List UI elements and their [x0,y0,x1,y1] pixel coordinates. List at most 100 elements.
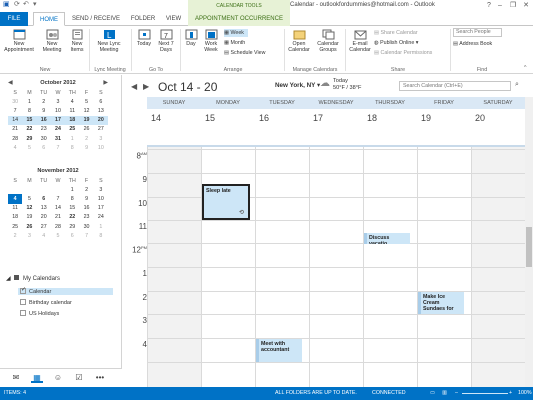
mini-calendar-day[interactable]: 9 [37,106,51,115]
mini-calendar-day[interactable]: 16 [36,115,51,125]
appointment-accountant[interactable]: Meet with accountant [256,339,302,362]
mini-calendar-day[interactable]: 12 [22,204,36,213]
mini-calendar-day[interactable]: 24 [94,213,108,222]
tab-folder[interactable]: FOLDER [128,12,158,26]
next-week-icon[interactable]: ▶ [143,82,149,91]
mini-calendar-day[interactable]: 2 [8,231,22,240]
mini-calendar-day[interactable]: 2 [79,134,93,143]
calendar-permissions-button[interactable]: ▤ Calendar Permissions [374,49,432,57]
scrollbar-thumb[interactable] [526,227,532,267]
mini-calendar-day[interactable]: 7 [51,143,65,152]
mini-calendar-day[interactable]: 14 [8,115,23,125]
mini-calendar-day[interactable]: 7 [51,194,65,203]
mini-calendar-day[interactable]: 30 [8,97,22,106]
email-calendar-button[interactable]: E-mail Calendar [348,29,372,53]
mini-calendar-day[interactable]: 8 [65,143,79,152]
mini-calendar-day[interactable]: 29 [65,222,79,231]
more-icon[interactable]: ••• [94,373,106,383]
undo-icon[interactable]: ↶ [23,1,31,9]
share-calendar-button[interactable]: ▤ Share Calendar [374,29,418,37]
mini-calendar-day[interactable]: 30 [37,134,51,143]
mini-calendar-day[interactable]: 3 [94,134,108,143]
quick-access-dropdown-icon[interactable]: ▾ [33,1,41,9]
mini-calendar-day[interactable]: 12 [79,106,93,115]
work-week-view-button[interactable]: Work Week [201,29,221,53]
minimize-icon[interactable]: – [494,0,506,11]
mini-calendar-day[interactable]: 8 [65,194,79,203]
mini-calendar-day[interactable]: 25 [65,125,79,134]
mini-calendar-day[interactable]: 6 [94,97,108,106]
schedule-view-button[interactable]: ▤ Schedule View [224,49,265,57]
checkbox[interactable] [20,299,26,305]
people-icon[interactable]: ☺ [52,373,64,383]
mini-calendar-day[interactable]: 8 [94,231,108,240]
mini-calendar-day[interactable]: 1 [94,222,108,231]
zoom-level[interactable]: 100% [518,387,532,400]
mini-calendar-day[interactable] [22,185,36,194]
reading-view-icon[interactable]: ▥ [442,387,447,400]
mini-calendar-day[interactable]: 1 [22,97,36,106]
mini-calendar-day[interactable]: 21 [8,125,22,134]
calendar-item-calendar[interactable]: Calendar [18,286,113,295]
calendar-item-us-holidays[interactable]: US Holidays [20,310,59,317]
mini-calendar-day[interactable]: 29 [22,134,36,143]
search-icon[interactable]: ⌕ [515,81,519,89]
mini-calendar-day[interactable]: 4 [8,194,23,204]
mini-calendar-day[interactable]: 10 [94,194,108,203]
mini-calendar-day[interactable]: 20 [93,115,108,125]
mini-calendar-day[interactable]: 1 [65,134,79,143]
mail-icon[interactable]: ✉ [10,373,22,383]
mini-calendar-day[interactable]: 28 [51,222,65,231]
address-book-button[interactable]: ▤ Address Book [453,40,492,48]
mini-calendar-day[interactable]: 23 [79,213,93,222]
mini-calendar-day[interactable]: 10 [51,106,65,115]
mini-calendar-day[interactable]: 24 [51,125,65,134]
collapse-ribbon-icon[interactable]: ^ [524,64,527,72]
mini-calendar-day[interactable]: 6 [65,231,79,240]
mini-calendar-day[interactable]: 9 [79,143,93,152]
calendars-group-checkbox[interactable] [14,275,20,280]
mini-calendar-day[interactable]: 27 [94,125,108,134]
mini-calendar-day[interactable]: 3 [22,231,36,240]
mini-calendar-day[interactable]: 31 [51,134,65,143]
zoom-out-icon[interactable]: – [455,387,458,400]
send-receive-icon[interactable]: ⟳ [14,1,22,9]
mini-calendar-day[interactable]: 5 [22,194,36,203]
mini-calendar-day[interactable]: 23 [37,125,51,134]
mini-calendar-day[interactable]: 4 [8,143,22,152]
mini-calendar-day[interactable]: 8 [22,106,36,115]
mini-calendar-day[interactable]: 7 [79,231,93,240]
mini-calendar-day[interactable]: 13 [94,106,108,115]
mini-calendar-day[interactable]: 4 [65,97,79,106]
mini-calendar-day[interactable]: 15 [65,204,79,213]
calendar-groups-button[interactable]: Calendar Groups [313,29,343,53]
mini-calendar-day[interactable]: 5 [51,231,65,240]
mini-calendar-day[interactable]: 28 [8,134,22,143]
mini-calendar-day[interactable]: 14 [51,204,65,213]
mini-calendar-day[interactable]: 30 [79,222,93,231]
mini-calendar-day[interactable]: 2 [79,185,93,194]
mini-calendar-day[interactable]: 4 [37,231,51,240]
mini-calendar-day[interactable]: 21 [51,213,65,222]
mini-calendar-day[interactable]: 11 [8,204,22,213]
next-7-days-button[interactable]: 7 Next 7 Days [156,29,176,53]
mini-calendar-day[interactable]: 16 [79,204,93,213]
appointment-sleep-late[interactable]: Sleep late ⟲ [202,184,250,220]
mini-calendar-day[interactable] [37,185,51,194]
new-meeting-button[interactable]: New Meeting [38,29,66,53]
restore-icon[interactable]: ❐ [507,0,519,11]
calendar-nav-icon[interactable]: ▦ [31,373,43,383]
mini-calendar-day[interactable]: 19 [79,115,94,125]
calendar-item-birthday[interactable]: Birthday calendar [20,299,72,306]
tab-home[interactable]: HOME [33,12,65,26]
mini-calendar-day[interactable]: 3 [51,97,65,106]
month-view-button[interactable]: ▦ Month [224,39,245,47]
mini-calendar-day[interactable]: 2 [37,97,51,106]
mini-calendar-day[interactable]: 11 [65,106,79,115]
mini-calendar-day[interactable]: 19 [22,213,36,222]
today-button[interactable]: Today [134,29,154,47]
new-appointment-button[interactable]: New Appointment [2,29,36,53]
mini-calendar-day[interactable]: 10 [94,143,108,152]
time-grid[interactable]: 8AM 9 10 11 12PM 1 2 3 4 Sleep late ⟲ Di… [123,147,525,387]
tab-view[interactable]: VIEW [161,12,186,26]
